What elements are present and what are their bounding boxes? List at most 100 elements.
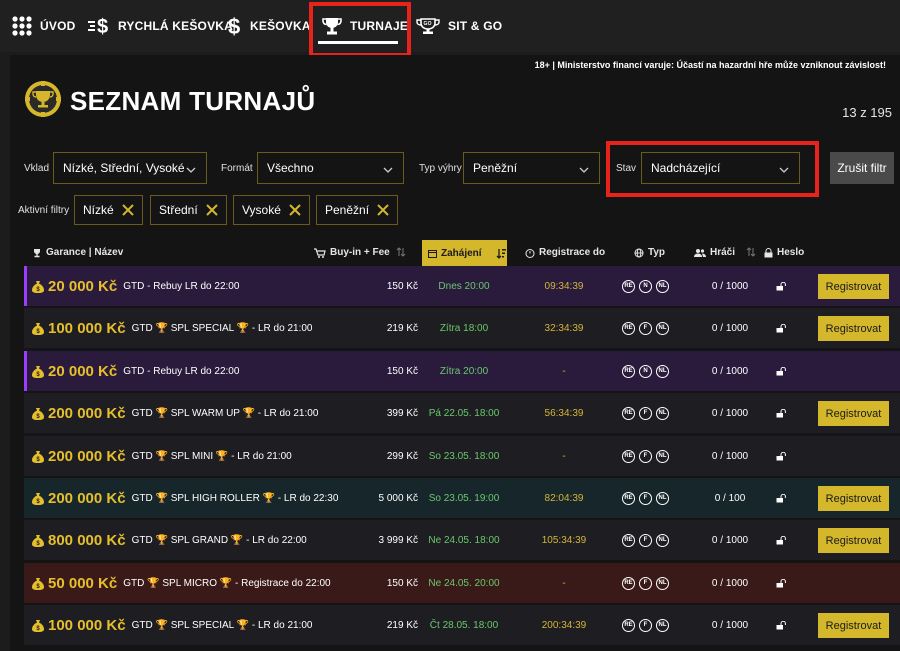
row-name-cell: $200 000 Kč GTD 🏆 SPL MINI 🏆 - LR do 21:0… bbox=[32, 436, 292, 476]
unlock-icon bbox=[776, 436, 786, 476]
tournament-name: GTD 🏆 SPL HIGH ROLLER 🏆 - LR do 22:30 bbox=[131, 492, 339, 504]
svg-text:$: $ bbox=[97, 16, 108, 37]
register-button[interactable]: Registrovat bbox=[818, 274, 889, 299]
filter-select-stav[interactable]: Nadcházející bbox=[641, 152, 800, 184]
type-badge: RE bbox=[622, 321, 635, 335]
type-badge: RE bbox=[622, 406, 635, 420]
nav-item-sit-go[interactable]: GO SIT & GO bbox=[416, 0, 502, 52]
row-name-cell: $100 000 Kč GTD 🏆 SPL SPECIAL 🏆 - LR do 2… bbox=[32, 308, 312, 348]
register-button[interactable]: Registrovat bbox=[818, 528, 889, 553]
table-row[interactable]: $200 000 Kč GTD 🏆 SPL MINI 🏆 - LR do 21:0… bbox=[24, 436, 900, 476]
sort-icon[interactable] bbox=[746, 247, 756, 257]
sort-icon[interactable] bbox=[396, 247, 406, 257]
row-name-cell: $100 000 Kč GTD 🏆 SPL SPECIAL 🏆 - LR do 2… bbox=[32, 605, 312, 645]
type-cell: RE N NL bbox=[622, 266, 669, 306]
active-filters-label: Aktivní filtry bbox=[18, 205, 70, 216]
nav-item-rychla-kesovka[interactable]: $ RYCHLÁ KEŠOVKA bbox=[88, 0, 233, 52]
column-header-start[interactable]: Zahájení bbox=[422, 240, 507, 266]
filter-select-vklad[interactable]: Nízké, Střední, Vysoké bbox=[53, 152, 207, 184]
players-cell: 0 / 1000 bbox=[711, 534, 749, 546]
chip-label: Vysoké bbox=[242, 203, 281, 217]
registration-cell: 32:34:39 bbox=[544, 322, 584, 334]
filter-chip-stredni[interactable]: Střední bbox=[150, 195, 227, 225]
start-cell: Ne 24.05. 20:00 bbox=[428, 577, 500, 589]
chevron-down-icon bbox=[579, 163, 589, 177]
tournament-name: GTD 🏆 SPL WARM UP 🏆 - LR do 21:00 bbox=[131, 407, 319, 419]
registration-cell: - bbox=[562, 365, 566, 377]
type-badge: F bbox=[639, 576, 652, 590]
unlock-icon bbox=[776, 308, 786, 348]
close-icon[interactable] bbox=[377, 204, 389, 216]
column-header-name[interactable]: Garance | Název bbox=[32, 247, 123, 258]
filter-label-vklad: Vklad bbox=[24, 163, 50, 174]
table-row[interactable]: $100 000 Kč GTD 🏆 SPL SPECIAL 🏆 - LR do 2… bbox=[24, 308, 900, 348]
buyin-cell: 5 000 Kč bbox=[378, 492, 418, 504]
registration-cell: - bbox=[562, 577, 566, 589]
type-badge: NL bbox=[656, 279, 669, 293]
filter-label-stav: Stav bbox=[616, 163, 637, 174]
nav-item-uvod[interactable]: ÚVOD bbox=[12, 0, 75, 52]
close-icon[interactable] bbox=[121, 204, 134, 216]
table-row[interactable]: $50 000 Kč GTD 🏆 SPL MICRO 🏆 - Registrace… bbox=[24, 563, 900, 603]
type-cell: RE F NL bbox=[622, 436, 669, 476]
start-cell: So 23.05. 18:00 bbox=[428, 450, 500, 462]
table-row[interactable]: $200 000 Kč GTD 🏆 SPL HIGH ROLLER 🏆 - LR … bbox=[24, 478, 900, 518]
table-row[interactable]: $800 000 Kč GTD 🏆 SPL GRAND 🏆 - LR do 22:… bbox=[24, 520, 900, 560]
filter-select-format[interactable]: Všechno bbox=[257, 152, 404, 184]
filter-select-typ[interactable]: Peněžní bbox=[463, 152, 600, 184]
register-button[interactable]: Registrovat bbox=[818, 316, 889, 341]
money-bag-icon: $ bbox=[32, 322, 44, 335]
filter-chip-nizke[interactable]: Nízké bbox=[74, 195, 143, 225]
filter-label-typ: Typ výhry bbox=[419, 163, 462, 174]
register-button[interactable]: Registrovat bbox=[818, 401, 889, 426]
trophy-chip-icon bbox=[24, 80, 62, 123]
money-bag-icon: $ bbox=[32, 492, 44, 505]
nav-item-turnaje[interactable]: TURNAJE bbox=[322, 0, 408, 52]
chip-label: Střední bbox=[159, 203, 198, 217]
filter-chip-penezni[interactable]: Peněžní bbox=[316, 195, 399, 225]
guarantee-amount: 100 000 Kč bbox=[48, 319, 126, 337]
type-badge: RE bbox=[622, 364, 635, 378]
clear-filter-button[interactable]: Zrušit filtr bbox=[830, 152, 894, 184]
table-row[interactable]: $200 000 Kč GTD 🏆 SPL WARM UP 🏆 - LR do 2… bbox=[24, 393, 900, 433]
close-icon[interactable] bbox=[289, 204, 301, 216]
row-accent bbox=[24, 351, 27, 391]
money-bag-icon: $ bbox=[32, 365, 44, 378]
type-badge: F bbox=[639, 449, 652, 463]
registration-cell: 82:04:39 bbox=[544, 492, 584, 504]
buyin-cell: 399 Kč bbox=[386, 407, 418, 419]
guarantee-amount: 50 000 Kč bbox=[48, 574, 118, 592]
type-badge: F bbox=[639, 321, 652, 335]
table-row[interactable]: $100 000 Kč GTD 🏆 SPL SPECIAL 🏆 - LR do 2… bbox=[24, 605, 900, 645]
column-header-players[interactable]: Hráči bbox=[694, 247, 735, 258]
nav-label: SIT & GO bbox=[448, 19, 503, 33]
unlock-icon bbox=[776, 266, 786, 306]
column-header-buyin[interactable]: Buy-in + Fee bbox=[314, 247, 390, 258]
table-row[interactable]: $20 000 Kč GTD - Rebuy LR do 22:00 150 Kč D… bbox=[24, 266, 900, 306]
unlock-icon bbox=[776, 563, 786, 603]
buyin-cell: 299 Kč bbox=[386, 450, 418, 462]
type-badge: RE bbox=[622, 491, 635, 505]
players-cell: 0 / 1000 bbox=[711, 577, 749, 589]
row-name-cell: $20 000 Kč GTD - Rebuy LR do 22:00 bbox=[32, 351, 239, 391]
register-button[interactable]: Registrovat bbox=[818, 613, 889, 638]
type-badge: NL bbox=[656, 364, 669, 378]
type-badge: NL bbox=[656, 533, 669, 547]
column-header-password[interactable]: Heslo bbox=[764, 247, 804, 258]
column-header-registration[interactable]: Registrace do bbox=[525, 247, 605, 258]
money-bag-icon: $ bbox=[32, 407, 44, 420]
buyin-cell: 150 Kč bbox=[386, 577, 418, 589]
nav-item-kesovka[interactable]: $ KEŠOVKA bbox=[228, 0, 311, 52]
unlock-icon bbox=[776, 605, 786, 645]
svg-text:GO: GO bbox=[424, 21, 432, 27]
type-cell: RE F NL bbox=[622, 478, 669, 518]
filter-chip-vysoke[interactable]: Vysoké bbox=[233, 195, 310, 225]
users-icon bbox=[694, 248, 706, 258]
column-header-type[interactable]: Typ bbox=[634, 247, 665, 258]
type-cell: RE F NL bbox=[622, 605, 669, 645]
close-icon[interactable] bbox=[205, 204, 218, 216]
register-button[interactable]: Registrovat bbox=[818, 486, 889, 511]
unlock-icon bbox=[776, 351, 786, 391]
table-row[interactable]: $20 000 Kč GTD - Rebuy LR do 22:00 150 Kč Z… bbox=[24, 351, 900, 391]
players-cell: 0 / 1000 bbox=[711, 450, 749, 462]
